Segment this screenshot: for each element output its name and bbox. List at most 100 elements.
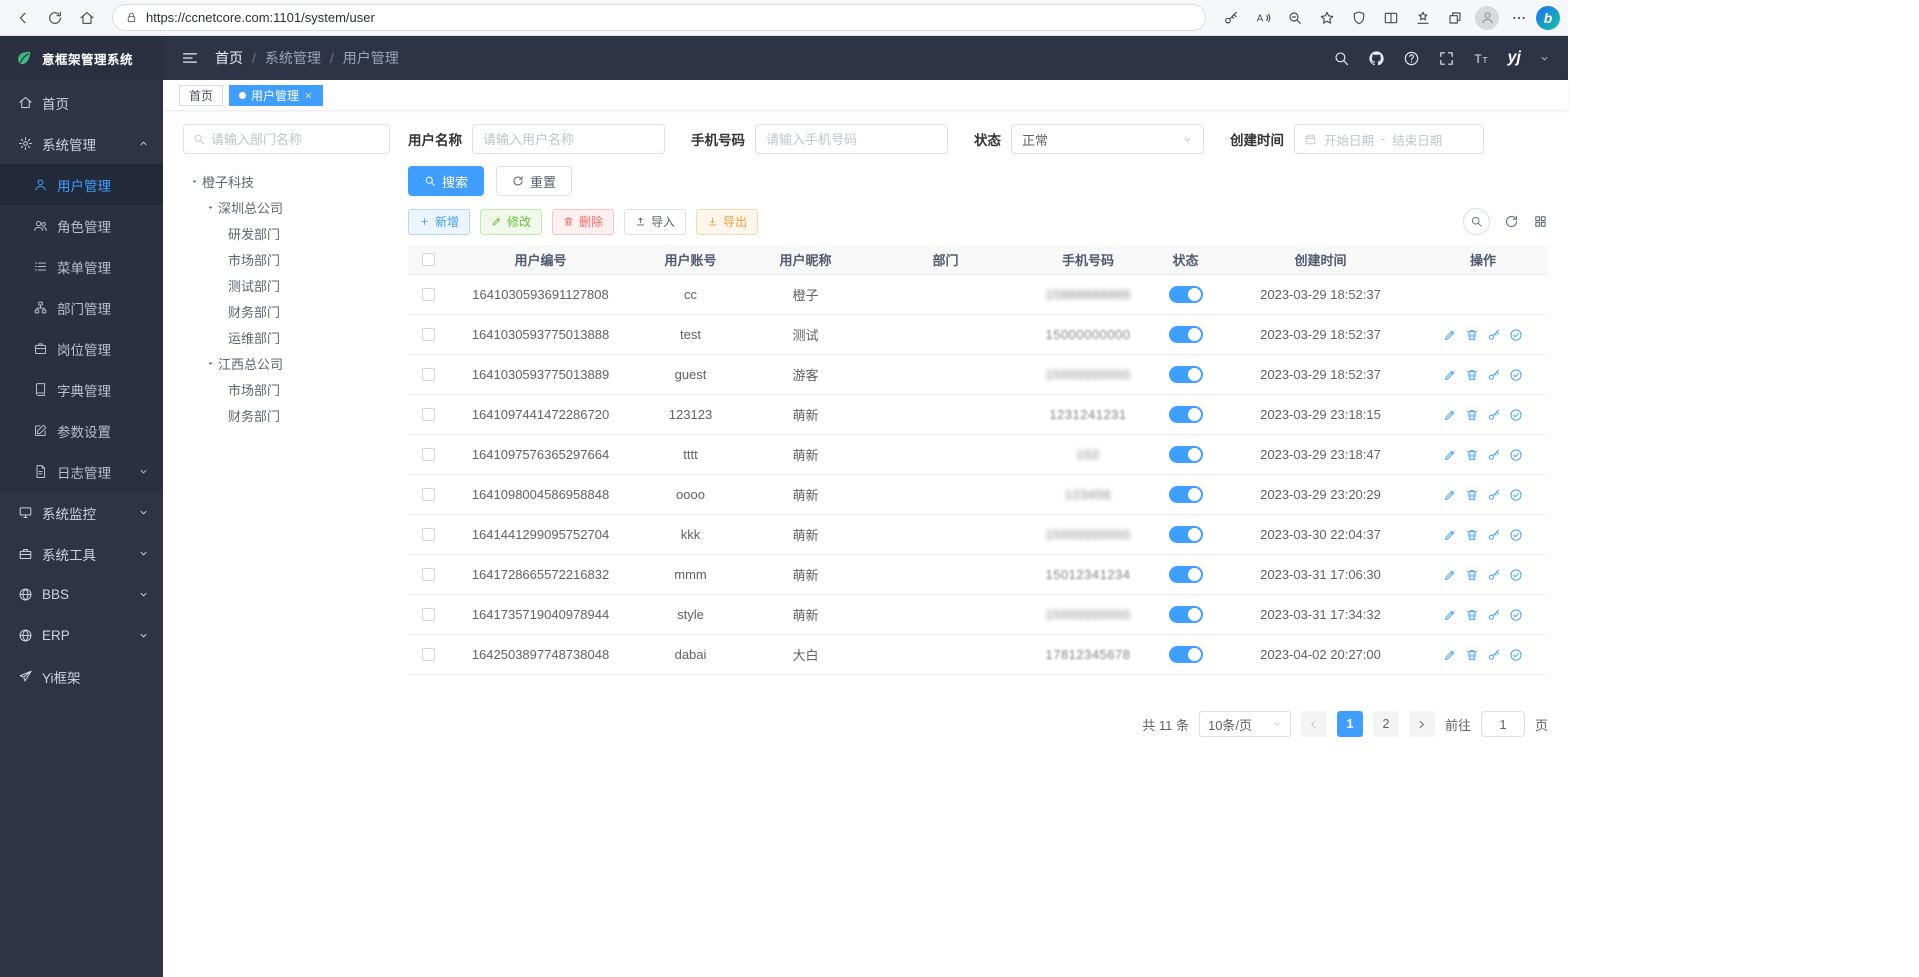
page-size-select[interactable]: 10条/页 xyxy=(1199,711,1291,737)
sidebar-item-monitoring[interactable]: 系统监控 xyxy=(0,492,163,533)
sidebar-item-posts[interactable]: 岗位管理 xyxy=(0,328,163,369)
edit-icon[interactable] xyxy=(1443,408,1457,422)
edit-icon[interactable] xyxy=(1443,488,1457,502)
assign-role-icon[interactable] xyxy=(1509,408,1523,422)
reset-password-icon[interactable] xyxy=(1487,328,1501,342)
tree-node[interactable]: 财务部门 xyxy=(183,298,390,324)
tree-node[interactable]: 测试部门 xyxy=(183,272,390,298)
phone-input[interactable] xyxy=(755,124,948,154)
next-page-button[interactable] xyxy=(1409,711,1435,737)
date-range-picker[interactable]: 开始日期 - 结束日期 xyxy=(1294,124,1484,154)
delete-icon[interactable] xyxy=(1465,448,1479,462)
assign-role-icon[interactable] xyxy=(1509,648,1523,662)
row-checkbox[interactable] xyxy=(422,368,435,381)
assign-role-icon[interactable] xyxy=(1509,528,1523,542)
sidebar-item-dictionary[interactable]: 字典管理 xyxy=(0,369,163,410)
status-toggle[interactable] xyxy=(1169,646,1203,663)
tree-node[interactable]: 运维部门 xyxy=(183,324,390,350)
edit-icon[interactable] xyxy=(1443,448,1457,462)
user-avatar[interactable]: yj xyxy=(1508,50,1521,66)
breadcrumb-system[interactable]: 系统管理 xyxy=(265,48,321,68)
toggle-search-button[interactable] xyxy=(1463,208,1490,235)
zoom-button[interactable] xyxy=(1280,4,1310,32)
sidebar-item-yi-framework[interactable]: Yi框架 xyxy=(0,656,163,697)
status-toggle[interactable] xyxy=(1169,406,1203,423)
page-button-1[interactable]: 1 xyxy=(1337,711,1363,737)
sidebar-item-erp[interactable]: ERP xyxy=(0,615,163,656)
fullscreen-button[interactable] xyxy=(1438,50,1455,67)
sidebar-item-departments[interactable]: 部门管理 xyxy=(0,287,163,328)
row-checkbox[interactable] xyxy=(422,288,435,301)
delete-button[interactable]: 删除 xyxy=(552,209,614,235)
reset-password-icon[interactable] xyxy=(1487,568,1501,582)
add-button[interactable]: 新增 xyxy=(408,209,470,235)
tab-home[interactable]: 首页 xyxy=(179,85,223,106)
tree-node[interactable]: 市场部门 xyxy=(183,246,390,272)
row-checkbox[interactable] xyxy=(422,568,435,581)
profile-button[interactable] xyxy=(1472,4,1502,32)
reset-button[interactable]: 重置 xyxy=(496,166,572,196)
tree-node[interactable]: 市场部门 xyxy=(183,376,390,402)
refresh-table-button[interactable] xyxy=(1504,214,1519,229)
delete-icon[interactable] xyxy=(1465,368,1479,382)
breadcrumb-home[interactable]: 首页 xyxy=(215,48,243,68)
select-all-checkbox[interactable] xyxy=(422,253,435,266)
prev-page-button[interactable] xyxy=(1301,711,1327,737)
tree-node[interactable]: 研发部门 xyxy=(183,220,390,246)
delete-icon[interactable] xyxy=(1465,488,1479,502)
edit-icon[interactable] xyxy=(1443,528,1457,542)
edit-icon[interactable] xyxy=(1443,648,1457,662)
reset-password-icon[interactable] xyxy=(1487,408,1501,422)
import-button[interactable]: 导入 xyxy=(624,209,686,235)
reset-password-icon[interactable] xyxy=(1487,528,1501,542)
status-toggle[interactable] xyxy=(1169,526,1203,543)
edit-icon[interactable] xyxy=(1443,368,1457,382)
sidebar-item-home[interactable]: 首页 xyxy=(0,82,163,123)
browser-essentials-button[interactable] xyxy=(1344,4,1374,32)
status-toggle[interactable] xyxy=(1169,326,1203,343)
edit-icon[interactable] xyxy=(1443,568,1457,582)
read-aloud-button[interactable] xyxy=(1248,4,1278,32)
row-checkbox[interactable] xyxy=(422,328,435,341)
refresh-button[interactable] xyxy=(40,4,70,32)
status-toggle[interactable] xyxy=(1169,566,1203,583)
reset-password-icon[interactable] xyxy=(1487,488,1501,502)
sidebar-item-bbs[interactable]: BBS xyxy=(0,574,163,615)
assign-role-icon[interactable] xyxy=(1509,608,1523,622)
row-checkbox[interactable] xyxy=(422,408,435,421)
sidebar-item-system[interactable]: 系统管理 xyxy=(0,123,163,164)
sidebar-item-roles[interactable]: 角色管理 xyxy=(0,205,163,246)
tree-node[interactable]: 深圳总公司 xyxy=(183,194,390,220)
row-checkbox[interactable] xyxy=(422,528,435,541)
tree-node[interactable]: 橙子科技 xyxy=(183,168,390,194)
delete-icon[interactable] xyxy=(1465,328,1479,342)
reset-password-icon[interactable] xyxy=(1487,648,1501,662)
search-button[interactable]: 搜索 xyxy=(408,166,484,196)
row-checkbox[interactable] xyxy=(422,608,435,621)
export-button[interactable]: 导出 xyxy=(696,209,758,235)
sidebar-toggle-button[interactable] xyxy=(181,49,199,67)
delete-icon[interactable] xyxy=(1465,568,1479,582)
dept-search-input[interactable] xyxy=(211,132,380,147)
edit-icon[interactable] xyxy=(1443,608,1457,622)
edit-button[interactable]: 修改 xyxy=(480,209,542,235)
tree-expand-icon[interactable] xyxy=(203,203,218,212)
reset-password-icon[interactable] xyxy=(1487,448,1501,462)
delete-icon[interactable] xyxy=(1465,608,1479,622)
header-search-button[interactable] xyxy=(1333,50,1350,67)
password-key-button[interactable] xyxy=(1216,4,1246,32)
status-toggle[interactable] xyxy=(1169,286,1203,303)
tree-expand-icon[interactable] xyxy=(187,177,202,186)
favorites-bar-button[interactable] xyxy=(1408,4,1438,32)
collections-button[interactable] xyxy=(1440,4,1470,32)
column-settings-button[interactable] xyxy=(1533,214,1548,229)
assign-role-icon[interactable] xyxy=(1509,568,1523,582)
row-checkbox[interactable] xyxy=(422,648,435,661)
edit-icon[interactable] xyxy=(1443,328,1457,342)
reset-password-icon[interactable] xyxy=(1487,368,1501,382)
row-checkbox[interactable] xyxy=(422,488,435,501)
assign-role-icon[interactable] xyxy=(1509,328,1523,342)
address-bar[interactable]: https://ccnetcore.com:1101/system/user xyxy=(112,4,1206,31)
close-tab-icon[interactable] xyxy=(304,91,313,100)
font-size-button[interactable] xyxy=(1473,50,1490,67)
